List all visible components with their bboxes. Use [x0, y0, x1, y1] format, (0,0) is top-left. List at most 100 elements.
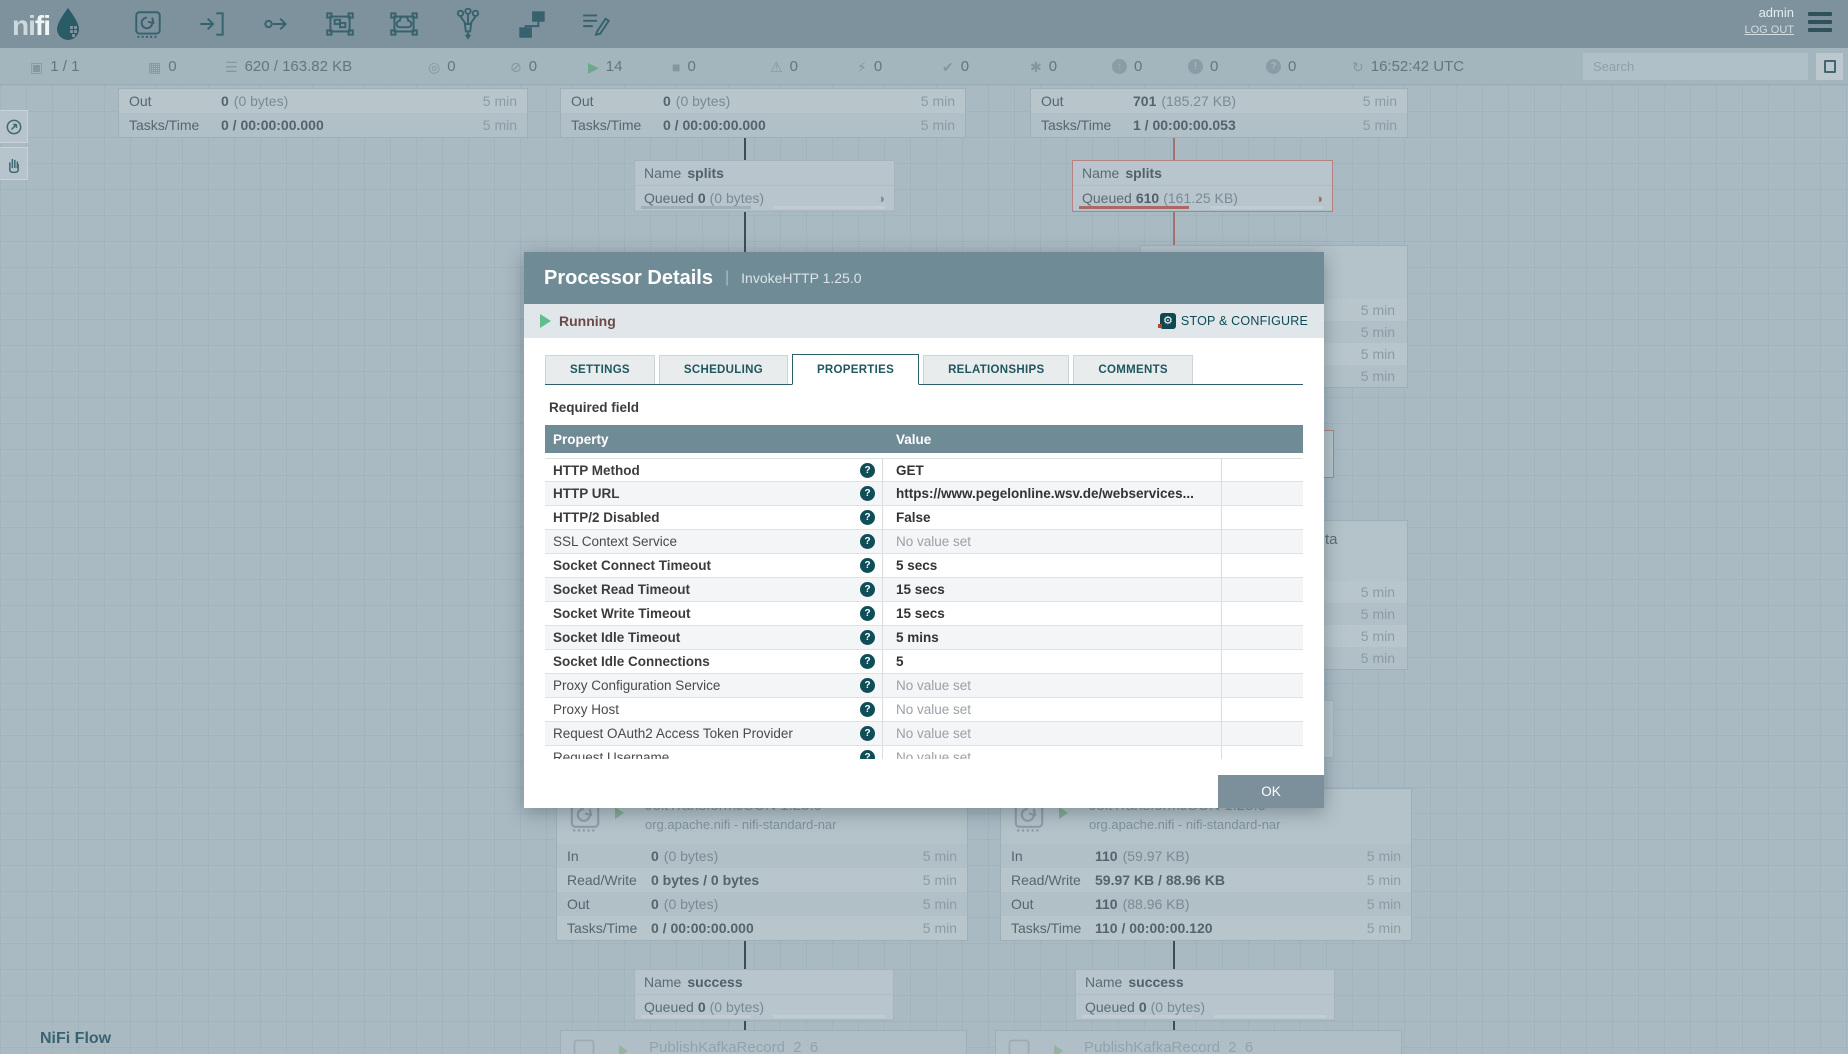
- property-row[interactable]: HTTP/2 Disabled?False: [545, 506, 1303, 530]
- tab-scheduling[interactable]: SCHEDULING: [659, 355, 788, 384]
- property-row[interactable]: Socket Connect Timeout?5 secs: [545, 554, 1303, 578]
- help-icon[interactable]: ?: [860, 582, 875, 597]
- statusbar-stale: ↑0: [1112, 48, 1142, 85]
- processor-publish-kafka[interactable]: PublishKafkaRecord_2_6: [995, 1030, 1402, 1054]
- help-icon[interactable]: ?: [860, 534, 875, 549]
- help-icon[interactable]: ?: [860, 654, 875, 669]
- bulletin-board-button[interactable]: [1816, 53, 1843, 80]
- property-row[interactable]: Socket Read Timeout?15 secs: [545, 578, 1303, 602]
- connection-label-success[interactable]: Namesuccess Queued0(0 bytes): [634, 969, 894, 1021]
- property-row[interactable]: Request OAuth2 Access Token Provider?No …: [545, 722, 1303, 746]
- property-value[interactable]: No value set: [883, 698, 1222, 721]
- stat-label: In: [567, 848, 651, 864]
- processor-jolt-transform-right[interactable]: JoltTransformJSON 1.25.0 org.apache.nifi…: [1000, 788, 1412, 941]
- process-group-draggable[interactable]: [322, 6, 358, 42]
- help-icon[interactable]: ?: [860, 606, 875, 621]
- stat-time: 5 min: [1363, 117, 1397, 133]
- connection-name-label: Name: [644, 974, 681, 990]
- help-icon[interactable]: ?: [860, 463, 875, 478]
- connection-label-splits-backpressure[interactable]: Namesplits Queued610(161.25 KB)◑: [1072, 160, 1333, 212]
- connection-label-splits[interactable]: Namesplits Queued0(0 bytes)◑: [634, 160, 895, 212]
- help-icon[interactable]: ?: [860, 678, 875, 693]
- logout-link[interactable]: LOG OUT: [1744, 24, 1794, 36]
- global-menu-icon[interactable]: [1808, 12, 1832, 36]
- property-row[interactable]: Request Username?No value set: [545, 746, 1303, 759]
- statusbar-refresh[interactable]: ↻16:52:42 UTC: [1352, 48, 1464, 85]
- help-icon[interactable]: ?: [860, 630, 875, 645]
- stat-time: 5 min: [1363, 93, 1397, 109]
- property-row[interactable]: Socket Write Timeout?15 secs: [545, 602, 1303, 626]
- breadcrumb[interactable]: NiFi Flow: [40, 1030, 111, 1048]
- tab-settings[interactable]: SETTINGS: [545, 355, 655, 384]
- connection-label-success[interactable]: Namesuccess Queued0(0 bytes): [1075, 969, 1335, 1021]
- template-draggable[interactable]: [514, 6, 550, 42]
- property-value[interactable]: GET: [883, 459, 1222, 481]
- property-value[interactable]: No value set: [883, 530, 1222, 553]
- processor-jolt-transform-left[interactable]: JoltTransformJSON 1.25.0 org.apache.nifi…: [556, 788, 968, 941]
- navigate-fit-button[interactable]: [0, 110, 28, 143]
- label-draggable[interactable]: [578, 6, 614, 42]
- help-icon[interactable]: ?: [860, 486, 875, 501]
- property-row[interactable]: Socket Idle Connections?5: [545, 650, 1303, 674]
- processor-stats-box[interactable]: Out0(0 bytes)5 min Tasks/Time0 / 00:00:0…: [118, 88, 528, 138]
- property-row[interactable]: HTTP Method?GET: [545, 458, 1303, 482]
- app-header: nifi admin LOG OUT: [0, 0, 1848, 48]
- help-icon[interactable]: ?: [860, 510, 875, 525]
- property-row[interactable]: SSL Context Service?No value set: [545, 530, 1303, 554]
- stat-value: 110: [1095, 896, 1118, 912]
- property-value[interactable]: 5 mins: [883, 626, 1222, 649]
- output-port-draggable[interactable]: [258, 6, 294, 42]
- property-value[interactable]: 15 secs: [883, 602, 1222, 625]
- stat-time: 5 min: [921, 117, 955, 133]
- input-port-draggable[interactable]: [194, 6, 230, 42]
- property-row[interactable]: Socket Idle Timeout?5 mins: [545, 626, 1303, 650]
- property-value[interactable]: No value set: [883, 722, 1222, 745]
- dialog-tabs: SETTINGS SCHEDULING PROPERTIES RELATIONS…: [545, 354, 1303, 385]
- tab-relationships[interactable]: RELATIONSHIPS: [923, 355, 1069, 384]
- not-transmitting-icon: ⊘: [510, 60, 522, 74]
- note-icon: [1824, 60, 1836, 73]
- ok-button[interactable]: OK: [1218, 775, 1324, 808]
- remote-process-group-draggable[interactable]: [386, 6, 422, 42]
- stop-and-configure-button[interactable]: ⚙ STOP & CONFIGURE: [1160, 313, 1308, 329]
- stat-label: Read/Write: [1011, 872, 1095, 888]
- stat-value: 701: [1133, 93, 1156, 109]
- property-row[interactable]: Proxy Host?No value set: [545, 698, 1303, 722]
- pan-hand-button[interactable]: [0, 147, 28, 180]
- stat-time: 5 min: [923, 920, 957, 936]
- tab-properties[interactable]: PROPERTIES: [792, 354, 919, 385]
- refresh-icon[interactable]: ↻: [1352, 60, 1364, 74]
- transmitting-icon: ◎: [428, 60, 440, 74]
- processor-stats-box[interactable]: Out701(185.27 KB)5 min Tasks/Time1 / 00:…: [1030, 88, 1408, 138]
- property-value[interactable]: 5: [883, 650, 1222, 673]
- stat-label: Out: [571, 93, 663, 109]
- property-value[interactable]: False: [883, 506, 1222, 529]
- property-value[interactable]: No value set: [883, 746, 1222, 759]
- help-icon[interactable]: ?: [860, 558, 875, 573]
- nifi-logo-text: nifi: [12, 10, 50, 42]
- processor-draggable[interactable]: [130, 6, 166, 42]
- queue-percent-icon: ◑: [1315, 191, 1323, 206]
- stat-label: Tasks/Time: [567, 920, 651, 936]
- processor-publish-kafka[interactable]: PublishKafkaRecord_2_6: [560, 1030, 967, 1054]
- processor-stats-box[interactable]: Out0(0 bytes)5 min Tasks/Time0 / 00:00:0…: [560, 88, 966, 138]
- processor-title: PublishKafkaRecord_2_6: [649, 1039, 818, 1054]
- statusbar-up-to-date: ✔0: [942, 48, 969, 85]
- property-value[interactable]: 5 secs: [883, 554, 1222, 577]
- processor-details-dialog: Processor Details | InvokeHTTP 1.25.0 Ru…: [524, 252, 1324, 808]
- property-row[interactable]: HTTP URL?https://www.pegelonline.wsv.de/…: [545, 482, 1303, 506]
- search-input[interactable]: [1583, 53, 1808, 80]
- help-icon[interactable]: ?: [860, 750, 875, 759]
- properties-table: Property Value HTTP Method?GET HTTP URL?…: [545, 425, 1303, 759]
- property-value[interactable]: No value set: [883, 674, 1222, 697]
- stat-value: 0: [221, 93, 229, 109]
- funnel-draggable[interactable]: [450, 6, 486, 42]
- help-icon[interactable]: ?: [860, 726, 875, 741]
- tab-comments[interactable]: COMMENTS: [1073, 355, 1192, 384]
- property-value[interactable]: 15 secs: [883, 578, 1222, 601]
- help-icon[interactable]: ?: [860, 702, 875, 717]
- stat-label: Out: [1041, 93, 1133, 109]
- statusbar-sync-failure: ?0: [1266, 48, 1296, 85]
- property-row[interactable]: Proxy Configuration Service?No value set: [545, 674, 1303, 698]
- property-value[interactable]: https://www.pegelonline.wsv.de/webservic…: [883, 482, 1222, 505]
